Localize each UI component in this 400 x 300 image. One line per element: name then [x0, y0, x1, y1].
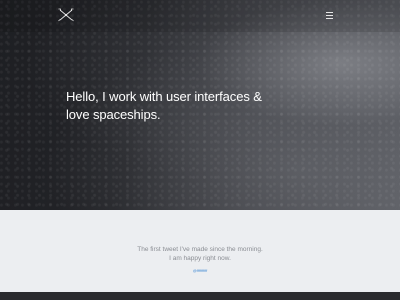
bottom-section-edge: [0, 292, 400, 300]
tweet-line-2: I am happy right now.: [169, 255, 231, 262]
tweet-handle-link[interactable]: @ffffffffff: [0, 268, 400, 273]
tweet-text: The first tweet I've made since the morn…: [0, 245, 400, 263]
page: Hello, I work with user interfaces & lov…: [0, 0, 400, 300]
tweet-section: The first tweet I've made since the morn…: [0, 210, 400, 292]
crossed-arrows-logo-icon[interactable]: [57, 8, 75, 22]
tweet-line-1: The first tweet I've made since the morn…: [137, 246, 263, 253]
hero-section: Hello, I work with user interfaces & lov…: [0, 0, 400, 210]
hero-tagline: Hello, I work with user interfaces & lov…: [66, 89, 262, 122]
hamburger-menu-icon[interactable]: [323, 10, 335, 22]
